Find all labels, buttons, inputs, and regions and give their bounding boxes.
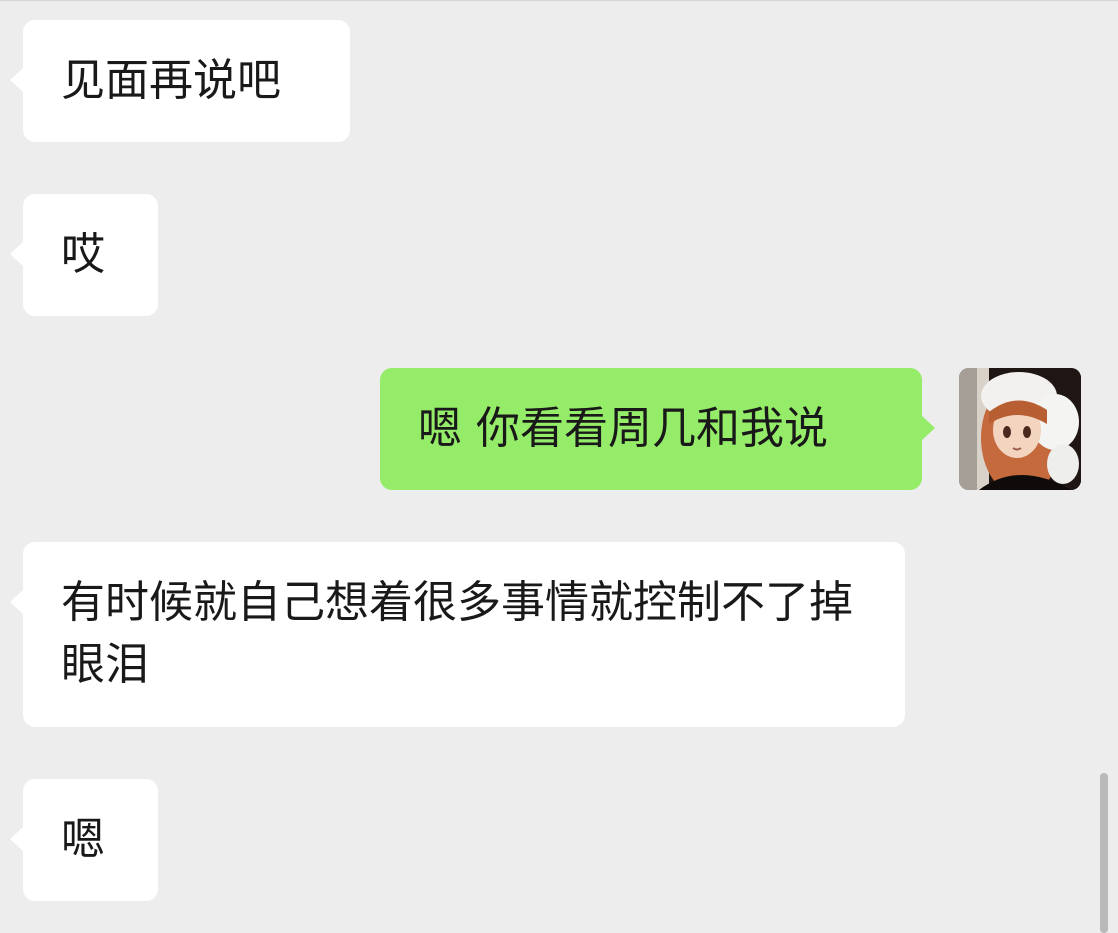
bubble-tail xyxy=(10,589,24,615)
avatar-image xyxy=(959,368,1081,490)
message-text: 嗯 你看看周几和我说 xyxy=(418,403,828,454)
bubble-tail xyxy=(10,67,24,93)
incoming-message-bubble[interactable]: 见面再说吧 xyxy=(10,20,350,142)
message-text: 见面再说吧 xyxy=(61,55,281,106)
incoming-message-bubble[interactable]: 哎 xyxy=(10,194,158,316)
user-avatar[interactable] xyxy=(959,368,1081,490)
scrollbar[interactable] xyxy=(1100,773,1108,933)
message-text: 有时候就自己想着很多事情就控制不了掉眼泪 xyxy=(61,577,853,690)
incoming-message-bubble[interactable]: 有时候就自己想着很多事情就控制不了掉眼泪 xyxy=(10,542,905,727)
incoming-message-bubble[interactable]: 嗯 xyxy=(10,779,158,901)
outgoing-message-bubble[interactable]: 嗯 你看看周几和我说 xyxy=(380,368,935,490)
message-text: 嗯 xyxy=(61,814,105,865)
bubble-tail xyxy=(10,826,24,852)
bubble-tail xyxy=(921,415,935,441)
bubble-tail xyxy=(10,241,24,267)
message-text: 哎 xyxy=(61,229,105,280)
top-divider xyxy=(0,0,1118,1)
